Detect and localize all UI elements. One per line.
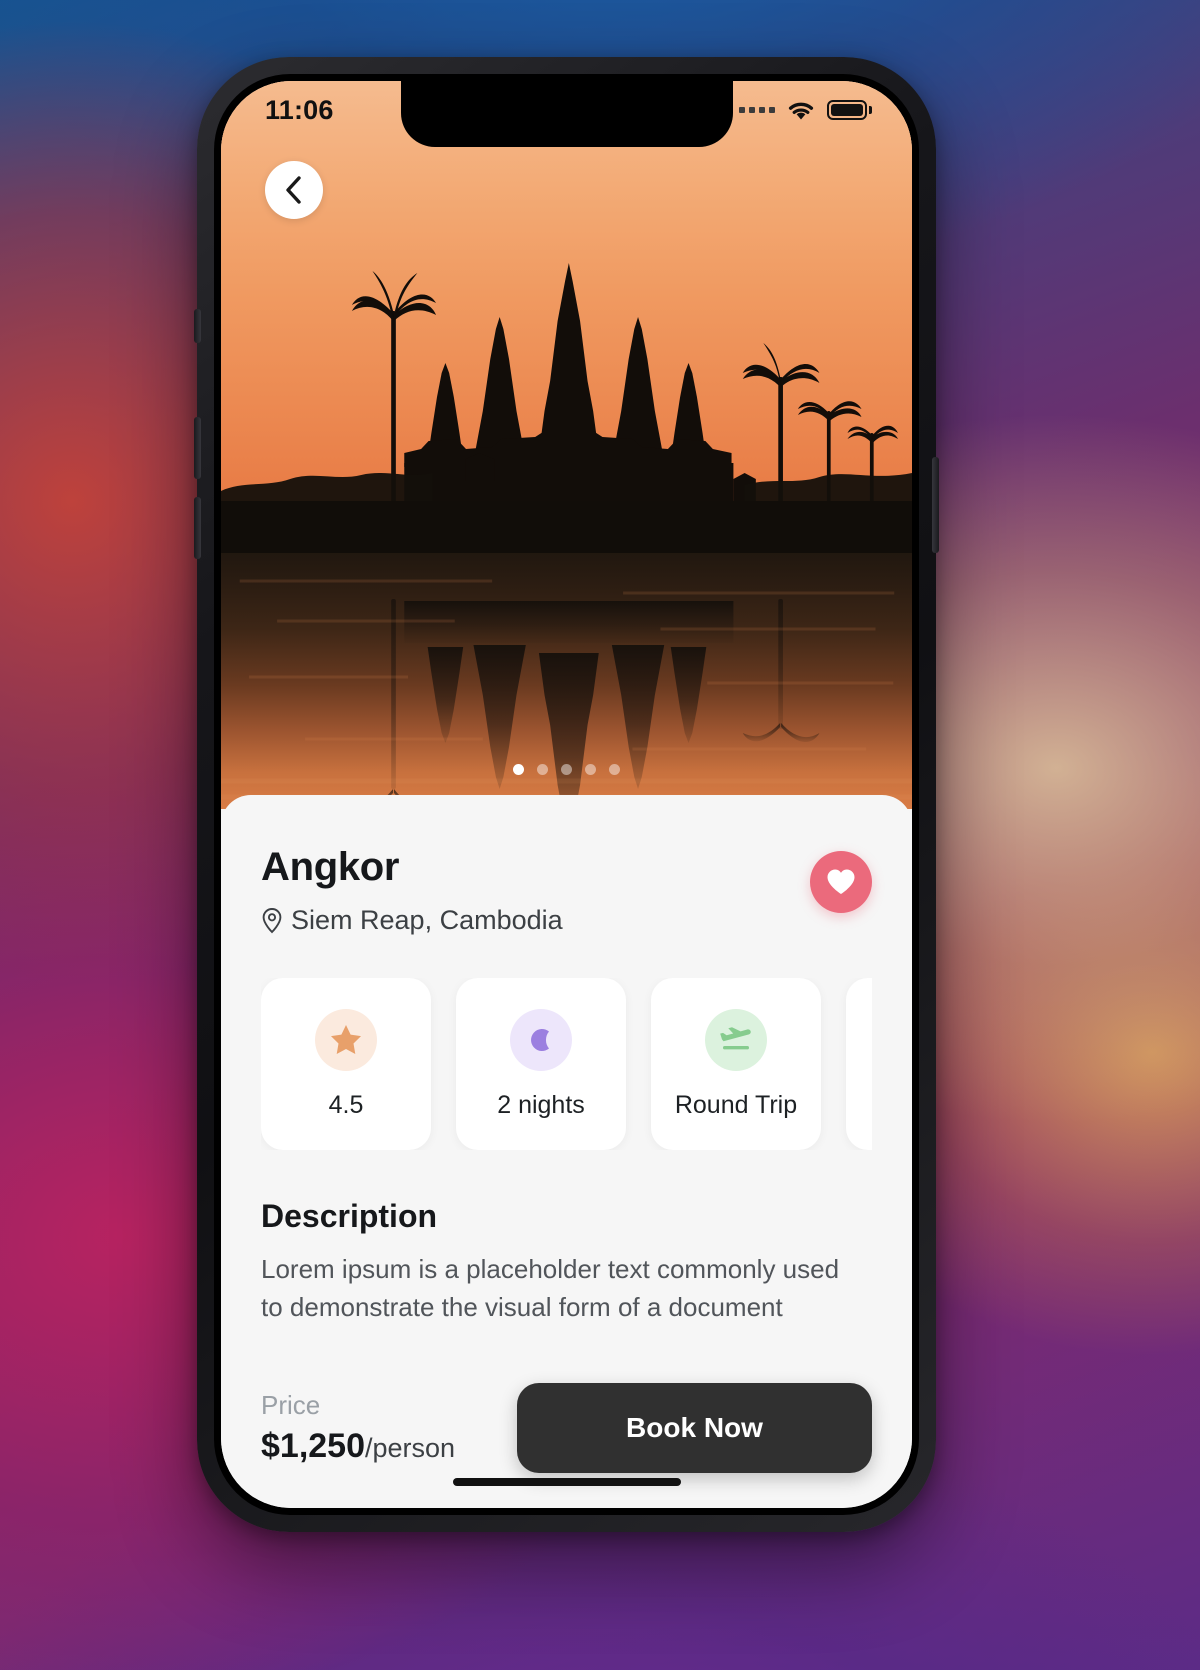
title-and-location: Angkor Siem Reap, Cambodia (261, 847, 563, 936)
home-indicator[interactable] (452, 1478, 681, 1486)
battery-full-icon (827, 100, 872, 120)
silent-switch[interactable] (194, 309, 201, 343)
book-now-button[interactable]: Book Now (517, 1383, 872, 1473)
price-unit: /person (365, 1433, 456, 1463)
phone-screen: 11:06 Angkor Siem Reap, Cambodia 4.5 2 n… (221, 81, 912, 1508)
info-chip-nights[interactable]: 2 nights (456, 978, 626, 1150)
title-row: Angkor Siem Reap, Cambodia (261, 847, 872, 936)
volume-up-button[interactable] (194, 417, 201, 479)
price-amount: $1,250 (261, 1427, 365, 1465)
price-value-row: $1,250 /person (261, 1427, 455, 1466)
volume-down-button[interactable] (194, 497, 201, 559)
pager-dot-3[interactable] (561, 764, 572, 775)
info-chip-row[interactable]: 4.5 2 nights Round Trip (261, 978, 872, 1150)
moon-icon (531, 1028, 549, 1051)
temple-silhouette (221, 263, 912, 809)
price-block: Price $1,250 /person (261, 1390, 455, 1466)
detail-sheet: Angkor Siem Reap, Cambodia 4.5 2 nights … (221, 795, 912, 1508)
info-chip-partial[interactable] (846, 978, 872, 1150)
detail-sheet-body: Angkor Siem Reap, Cambodia 4.5 2 nights … (221, 795, 912, 1348)
wifi-icon (788, 102, 814, 120)
favorite-button[interactable] (810, 851, 872, 913)
info-chip-trip-type[interactable]: Round Trip (651, 978, 821, 1150)
description-text: Lorem ipsum is a placeholder text common… (261, 1254, 840, 1322)
plane-takeoff-icon-badge (705, 1008, 767, 1071)
map-pin-icon (262, 908, 282, 934)
info-chip-label: Round Trip (674, 1090, 798, 1119)
carousel-pager[interactable] (221, 764, 912, 775)
status-bar-clock: 11:06 (265, 94, 334, 125)
price-label: Price (261, 1390, 321, 1420)
pager-dot-5[interactable] (609, 764, 620, 775)
phone-bezel: 11:06 Angkor Siem Reap, Cambodia 4.5 2 n… (214, 74, 919, 1515)
location-row: Siem Reap, Cambodia (261, 905, 563, 936)
plane-takeoff-icon (720, 1026, 751, 1049)
page-title: Angkor (261, 845, 400, 889)
pager-dot-1[interactable] (513, 764, 524, 775)
location-text: Siem Reap, Cambodia (291, 905, 563, 935)
signal-dots-icon (739, 107, 775, 113)
hero-image-carousel[interactable] (221, 81, 912, 809)
phone-device-frame: 11:06 Angkor Siem Reap, Cambodia 4.5 2 n… (194, 57, 939, 1532)
pager-dot-4[interactable] (585, 764, 596, 775)
star-icon-badge (315, 1008, 377, 1071)
pager-dot-2[interactable] (537, 764, 548, 775)
info-chip-label: 4.5 (328, 1090, 364, 1119)
chevron-left-icon (286, 176, 301, 204)
status-bar-indicators (739, 99, 872, 121)
heart-icon (827, 869, 855, 894)
device-notch (400, 81, 733, 147)
description-heading: Description (261, 1198, 438, 1234)
info-chip-rating[interactable]: 4.5 (261, 978, 431, 1150)
moon-icon-badge (510, 1008, 572, 1071)
info-chip-label: 2 nights (497, 1090, 585, 1119)
back-button[interactable] (265, 161, 323, 219)
star-icon (331, 1025, 361, 1054)
power-button[interactable] (932, 457, 939, 553)
